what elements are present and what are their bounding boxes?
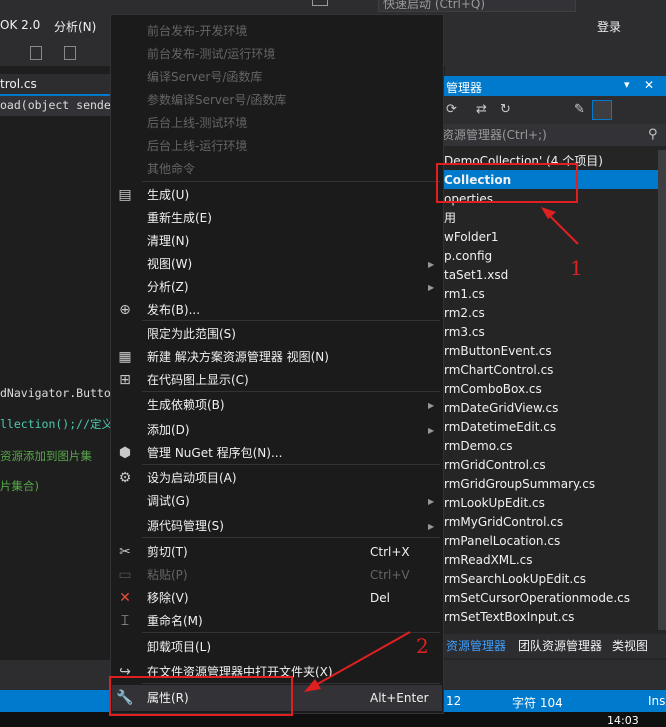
annotation-arrow-1 (545, 211, 579, 245)
annotation-arrowhead-1 (541, 207, 556, 219)
annotation-arrows (304, 207, 579, 692)
annotation-arrow-2 (313, 631, 411, 687)
annotation-arrowhead-2 (304, 679, 321, 692)
